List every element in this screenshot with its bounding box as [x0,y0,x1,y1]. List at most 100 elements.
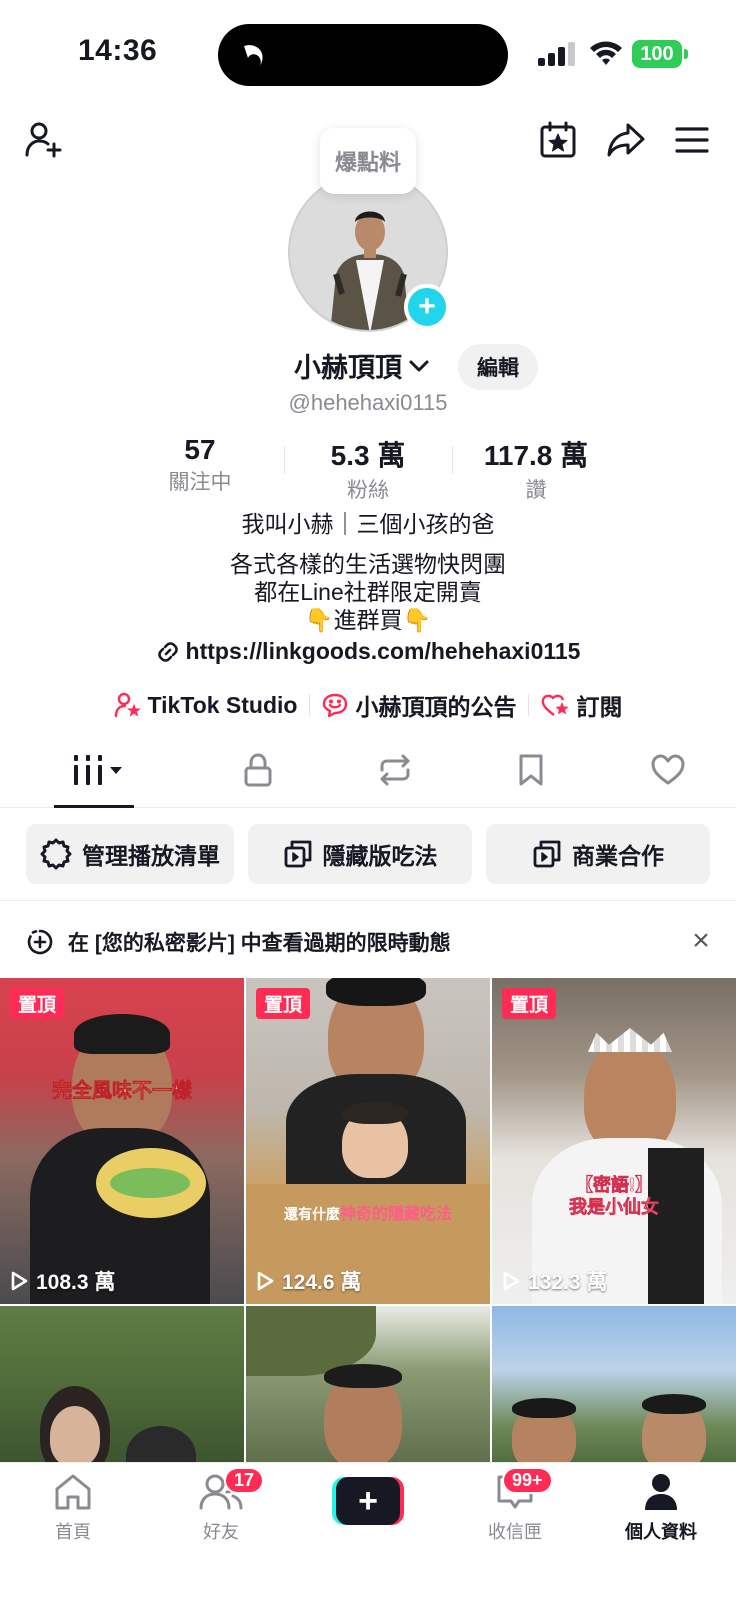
profile-name-switcher[interactable]: 小赫頂頂 [294,346,430,385]
playlist-business[interactable]: 商業合作 [486,824,710,884]
heart-star-icon [542,694,569,716]
share-arrow-icon [607,123,645,157]
menu-button[interactable] [670,118,714,162]
bottom-nav: 首頁 好友 17 + 收信匣 99+ 個人資料 [0,1462,736,1600]
followers-stat[interactable]: 5.3 萬 粉絲 [284,434,452,504]
likes-label: 讚 [525,479,547,502]
pinned-badge: 置頂 [10,988,65,1019]
nav-home[interactable]: 首頁 [18,1473,128,1544]
video-thumbnail[interactable] [246,1306,490,1466]
close-icon[interactable]: × [686,926,716,956]
battery-level: 100 [632,40,682,68]
profile-handle: @hehehaxi0115 [288,390,448,415]
plus-icon: + [358,1482,378,1520]
video-thumbnail[interactable]: 【密語!】 我是小仙女 置頂 132.3 萬 [492,978,736,1304]
status-time: 14:36 [78,34,158,67]
section-divider [0,900,736,901]
person-star-icon [114,692,141,718]
following-label: 關注中 [168,471,232,494]
bookmark-icon [519,754,543,785]
tab-favorites[interactable] [463,732,600,807]
following-count: 57 [184,434,216,465]
tab-private[interactable] [190,732,327,807]
video-grid: 完全風味不一樣 置頂 108.3 萬 還有什麼神奇的隱藏吃法 置頂 124.6 … [0,978,736,1466]
playlist-icon [284,840,311,868]
playlist-hidden-recipes[interactable]: 隱藏版吃法 [248,824,472,884]
link-icon [157,641,178,662]
followers-label: 粉絲 [347,479,389,502]
nav-home-label: 首頁 [55,1522,91,1542]
banner-text: 在 [您的私密影片] 中查看過期的限時動態 [68,932,451,955]
video-caption: 還有什麼神奇的隱藏吃法 [283,1206,452,1223]
chat-smile-icon [323,693,348,718]
bio-line: 各式各樣的生活選物快閃團 [230,551,506,577]
calendar-star-icon [540,121,576,158]
video-caption: 完全風味不一樣 [52,1080,193,1103]
bio-line: 都在Line社群限定開賣 [254,579,482,605]
profile-icon [645,1474,677,1510]
tip-bubble[interactable]: 爆點料 [320,128,416,194]
gear-icon [40,838,72,870]
tab-liked[interactable] [600,732,736,807]
video-thumbnail[interactable] [0,1306,244,1466]
video-thumbnail[interactable]: 還有什麼神奇的隱藏吃法 置頂 124.6 萬 [246,978,490,1304]
cellular-signal-icon [538,42,575,66]
profile-tabs [0,732,736,808]
bio-line: 👇進群買👇 [304,607,432,633]
playlist-icon [533,840,561,868]
inbox-badge: 99+ [502,1467,553,1494]
subscribe-link[interactable]: 訂閱 [528,688,634,722]
profile-name: 小赫頂頂 [294,353,402,383]
view-count: 132.3 萬 [502,1266,607,1296]
bio-link[interactable]: https://linkgoods.com/hehehaxi0115 [0,638,736,665]
playlist-label: 商業合作 [572,843,664,869]
share-profile-button[interactable] [604,118,648,162]
repost-icon [380,754,410,785]
subscribe-label: 訂閱 [576,694,623,720]
nav-inbox[interactable]: 收信匣 99+ [460,1467,570,1544]
likes-stat[interactable]: 117.8 萬 讚 [452,434,620,504]
edit-profile-button[interactable]: 編輯 [458,344,538,390]
playlist-chips: 管理播放清單 隱藏版吃法 商業合作 [26,824,710,884]
expired-stories-banner[interactable]: 在 [您的私密影片] 中查看過期的限時動態 [26,924,716,960]
lock-icon [244,753,272,786]
bio-block: 各式各樣的生活選物快閃團 都在Line社群限定開賣 👇進群買👇 [0,550,736,634]
following-stat[interactable]: 57 關注中 [116,434,284,504]
creator-calendar-button[interactable] [536,118,580,162]
tab-reposts[interactable] [327,732,464,807]
nav-friends[interactable]: 好友 17 [166,1467,276,1544]
plus-icon: + [418,290,436,323]
nav-profile[interactable]: 個人資料 [606,1473,716,1544]
nav-profile-label: 個人資料 [625,1522,697,1542]
add-friend-button[interactable] [22,118,66,162]
home-icon [55,1474,91,1510]
manage-playlists-button[interactable]: 管理播放清單 [26,824,234,884]
tab-videos[interactable] [0,732,190,808]
battery-icon: 100 [632,40,688,68]
view-count: 124.6 萬 [256,1266,361,1296]
pinned-badge: 置頂 [502,988,557,1019]
playlist-label: 隱藏版吃法 [322,843,438,869]
dynamic-island [218,24,508,86]
heart-icon [651,754,685,784]
play-icon [503,1271,520,1291]
create-button[interactable]: + [332,1477,404,1525]
announcement-link[interactable]: 小赫頂頂的公告 [309,688,528,722]
profile-shortcuts: TikTok Studio 小赫頂頂的公告 訂閱 [0,688,736,722]
video-thumbnail[interactable]: 完全風味不一樣 置頂 108.3 萬 [0,978,244,1304]
tiktok-studio-link[interactable]: TikTok Studio [102,692,310,719]
tiktok-studio-label: TikTok Studio [147,691,298,718]
play-icon [11,1271,28,1291]
followers-count: 5.3 萬 [330,440,406,471]
bio-line: 我叫小赫｜三個小孩的爸 [241,511,495,537]
play-icon [257,1271,274,1291]
add-story-button[interactable]: + [404,284,450,330]
hamburger-menu-icon [675,127,709,153]
video-thumbnail[interactable] [492,1306,736,1466]
video-caption: 【密語!】 我是小仙女 [569,1175,660,1218]
bio-link-text: https://linkgoods.com/hehehaxi0115 [185,638,581,664]
wifi-icon [590,41,622,65]
announcement-label: 小赫頂頂的公告 [355,694,517,720]
music-recognition-icon [244,45,263,66]
pinned-badge: 置頂 [256,988,311,1019]
